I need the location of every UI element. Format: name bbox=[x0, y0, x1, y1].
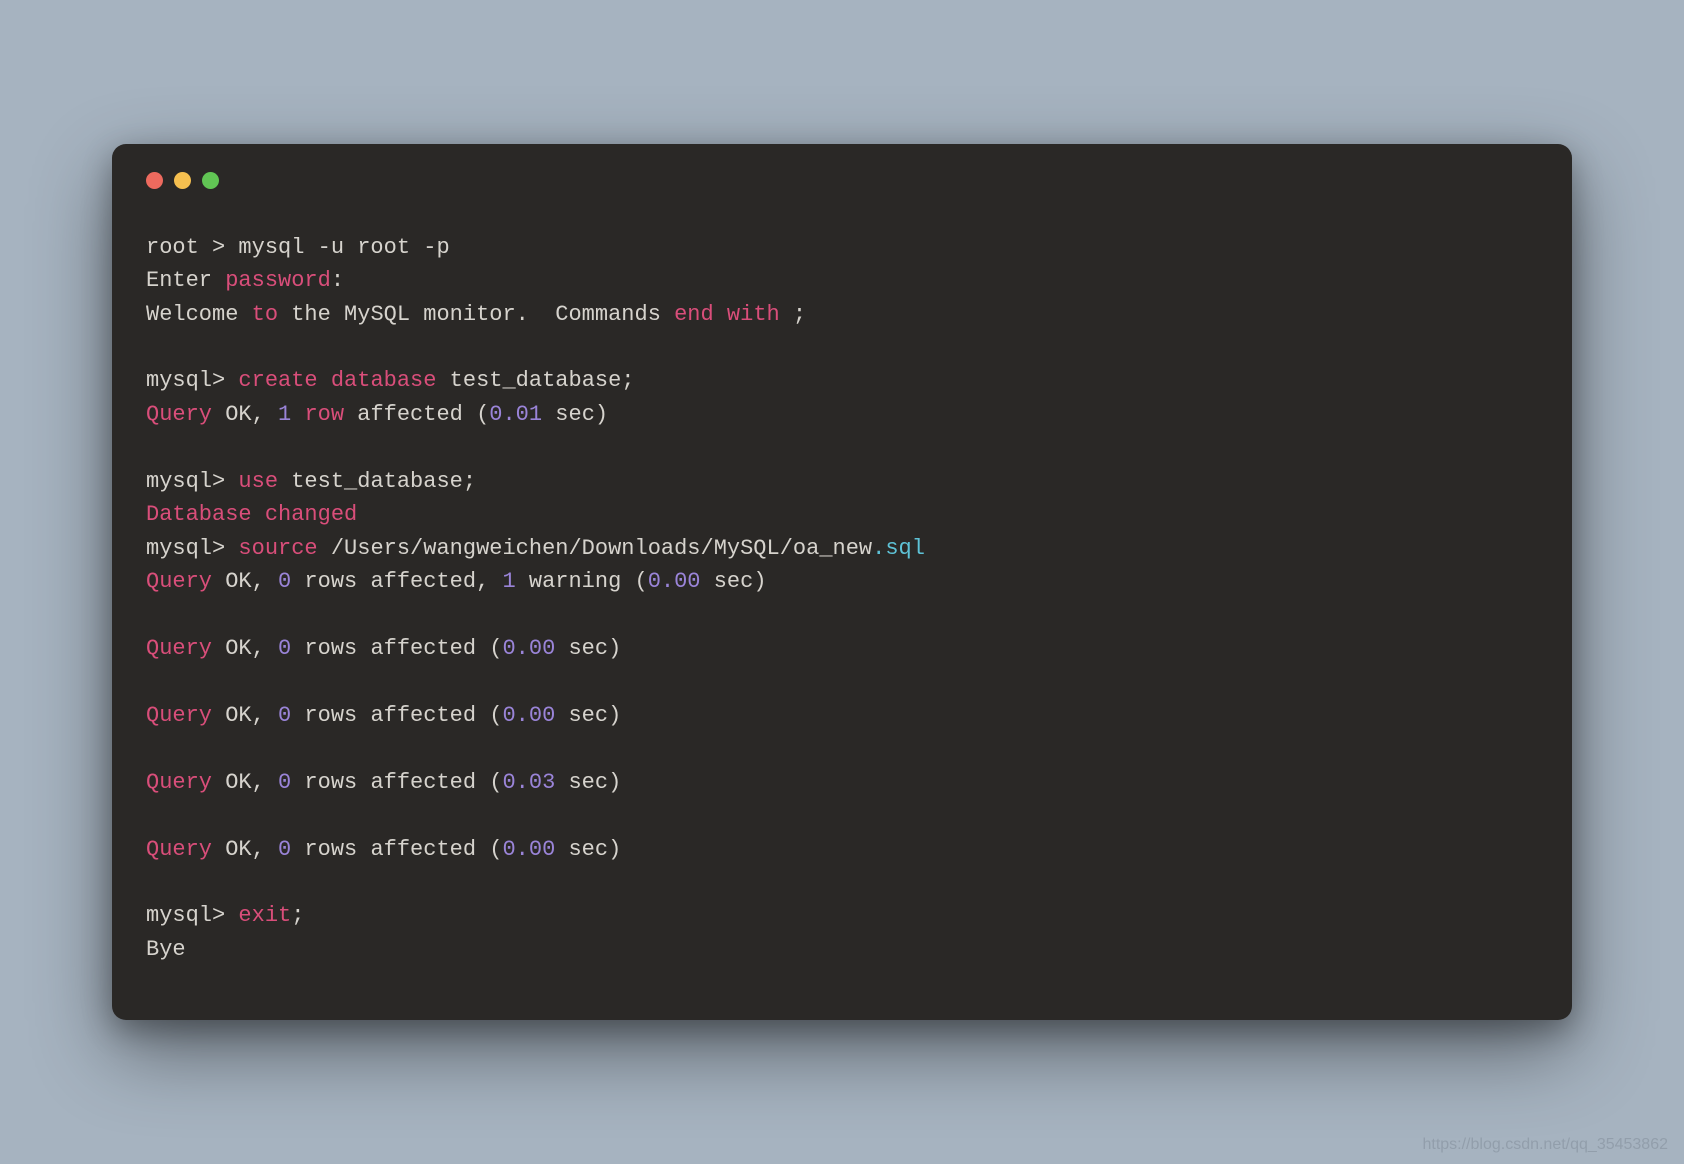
terminal-token: ; bbox=[291, 903, 304, 928]
terminal-token: create bbox=[238, 368, 317, 393]
terminal-token: sec) bbox=[555, 703, 621, 728]
terminal-token: /Users/wangweichen/Downloads/MySQL/oa_ne… bbox=[318, 536, 873, 561]
terminal-token: 0.00 bbox=[502, 703, 555, 728]
terminal-token: sec) bbox=[542, 402, 608, 427]
terminal-token: Query bbox=[146, 703, 212, 728]
terminal-token: 0.00 bbox=[502, 636, 555, 661]
terminal-token: affected ( bbox=[344, 402, 489, 427]
terminal-token: password bbox=[225, 268, 331, 293]
terminal-token: mysql> bbox=[146, 903, 238, 928]
terminal-line: Bye bbox=[146, 937, 186, 962]
terminal-token: OK, bbox=[212, 402, 278, 427]
terminal-token: sec) bbox=[555, 837, 621, 862]
close-icon[interactable] bbox=[146, 172, 163, 189]
terminal-token: sec) bbox=[701, 569, 767, 594]
terminal-token: warning ( bbox=[516, 569, 648, 594]
terminal-token: sec) bbox=[555, 636, 621, 661]
terminal-token: exit bbox=[238, 903, 291, 928]
terminal-line: Enter bbox=[146, 268, 225, 293]
watermark-text: https://blog.csdn.net/qq_35453862 bbox=[1422, 1136, 1668, 1154]
terminal-token: 0 bbox=[278, 837, 291, 862]
terminal-token: 0.01 bbox=[489, 402, 542, 427]
terminal-token: mysql> bbox=[146, 469, 238, 494]
terminal-token: OK, bbox=[212, 770, 278, 795]
terminal-token: sec) bbox=[555, 770, 621, 795]
terminal-token: Query bbox=[146, 402, 212, 427]
terminal-token: Welcome bbox=[146, 302, 252, 327]
terminal-token: rows affected ( bbox=[291, 703, 502, 728]
terminal-token: database bbox=[331, 368, 437, 393]
terminal-token: rows affected ( bbox=[291, 837, 502, 862]
terminal-token bbox=[714, 302, 727, 327]
terminal-token: Query bbox=[146, 636, 212, 661]
terminal-token: 0.00 bbox=[502, 837, 555, 862]
terminal-token: OK, bbox=[212, 703, 278, 728]
terminal-token: rows affected ( bbox=[291, 770, 502, 795]
terminal-token: Database bbox=[146, 502, 252, 527]
terminal-output: root > mysql -u root -p Enter password: … bbox=[146, 231, 1538, 967]
terminal-token: 1 bbox=[502, 569, 515, 594]
terminal-token bbox=[318, 368, 331, 393]
terminal-token: mysql> bbox=[146, 368, 238, 393]
terminal-line: root > mysql -u root -p bbox=[146, 235, 450, 260]
terminal-token: with bbox=[727, 302, 780, 327]
window-controls bbox=[146, 172, 1538, 189]
terminal-token bbox=[291, 402, 304, 427]
terminal-token: Query bbox=[146, 569, 212, 594]
terminal-token: .sql bbox=[872, 536, 925, 561]
minimize-icon[interactable] bbox=[174, 172, 191, 189]
terminal-token: 0.03 bbox=[502, 770, 555, 795]
terminal-token: changed bbox=[265, 502, 357, 527]
terminal-token: 0.00 bbox=[648, 569, 701, 594]
terminal-token: 1 bbox=[278, 402, 291, 427]
terminal-token: test_database; bbox=[278, 469, 476, 494]
terminal-token: Query bbox=[146, 837, 212, 862]
maximize-icon[interactable] bbox=[202, 172, 219, 189]
terminal-token: end bbox=[674, 302, 714, 327]
terminal-token: OK, bbox=[212, 569, 278, 594]
terminal-window: root > mysql -u root -p Enter password: … bbox=[112, 144, 1572, 1021]
terminal-token: mysql> bbox=[146, 536, 238, 561]
terminal-token: the MySQL monitor. Commands bbox=[278, 302, 674, 327]
terminal-token: ; bbox=[780, 302, 806, 327]
terminal-token: 0 bbox=[278, 569, 291, 594]
terminal-token: use bbox=[238, 469, 278, 494]
terminal-token: test_database; bbox=[436, 368, 634, 393]
terminal-token: OK, bbox=[212, 636, 278, 661]
terminal-token: : bbox=[331, 268, 344, 293]
terminal-token: rows affected ( bbox=[291, 636, 502, 661]
terminal-token: 0 bbox=[278, 703, 291, 728]
terminal-token: 0 bbox=[278, 636, 291, 661]
terminal-token: source bbox=[238, 536, 317, 561]
terminal-token: 0 bbox=[278, 770, 291, 795]
terminal-token: to bbox=[252, 302, 278, 327]
terminal-token bbox=[252, 502, 265, 527]
terminal-token: row bbox=[304, 402, 344, 427]
terminal-token: Query bbox=[146, 770, 212, 795]
terminal-token: rows affected, bbox=[291, 569, 502, 594]
terminal-token: OK, bbox=[212, 837, 278, 862]
